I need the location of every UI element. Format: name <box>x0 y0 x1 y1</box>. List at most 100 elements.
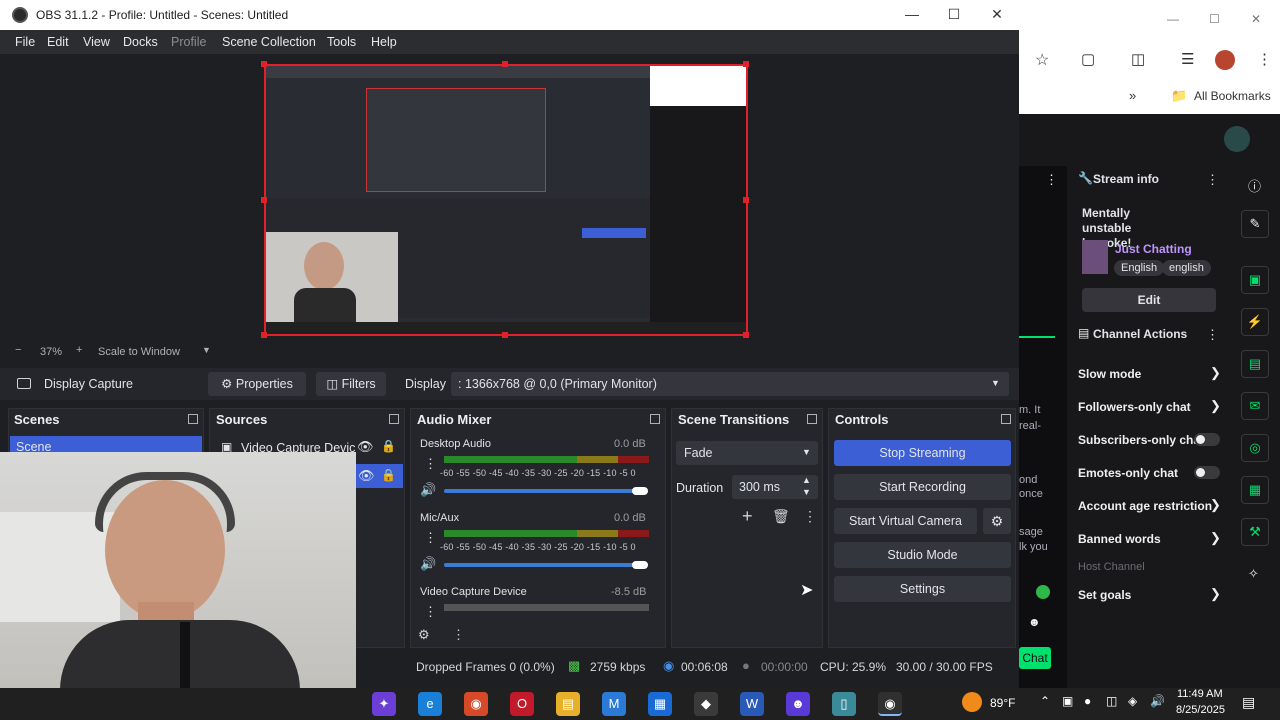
kebab-menu-icon[interactable]: ⋮ <box>1206 172 1219 188</box>
duration-input[interactable]: 300 ms ▲ ▼ <box>732 475 818 499</box>
copilot-icon[interactable]: ✦ <box>372 692 396 716</box>
action-subscribers-only[interactable]: Subscribers-only chat <box>1078 433 1204 447</box>
menu-tools[interactable]: Tools <box>327 35 356 49</box>
notifications-icon[interactable]: ▤ <box>1242 694 1255 711</box>
zoom-mode[interactable]: Scale to Window <box>98 346 180 358</box>
action-banned-words[interactable]: Banned words <box>1078 532 1161 546</box>
kebab-menu-icon[interactable]: ⋮ <box>452 627 465 643</box>
stop-streaming-button[interactable]: Stop Streaming <box>834 440 1011 466</box>
chevron-down-icon[interactable]: ▼ <box>991 378 1000 388</box>
apps-icon[interactable]: ✧ <box>1248 566 1259 582</box>
chevron-right-icon[interactable]: ❯ <box>1210 365 1221 381</box>
lock-icon[interactable]: 🔒 <box>381 439 396 453</box>
media-icon[interactable]: ☰ <box>1181 50 1194 68</box>
notes-icon[interactable]: ▤ <box>1241 350 1269 378</box>
start-recording-button[interactable]: Start Recording <box>834 474 1011 500</box>
close-icon[interactable]: ✕ <box>985 6 1009 23</box>
app-icon[interactable]: ▯ <box>832 692 856 716</box>
undock-icon[interactable] <box>807 414 817 424</box>
menu-docks[interactable]: Docks <box>123 35 158 49</box>
chevron-right-icon[interactable]: ❯ <box>1210 530 1221 546</box>
store-icon[interactable]: ▦ <box>648 692 672 716</box>
minimize-icon[interactable]: — <box>900 6 924 22</box>
kebab-menu-icon[interactable]: ⋮ <box>424 456 437 472</box>
transform-handle[interactable] <box>743 61 749 67</box>
volume-slider[interactable] <box>444 489 648 493</box>
action-followers-only[interactable]: Followers-only chat <box>1078 400 1191 414</box>
maximize-icon[interactable]: ☐ <box>942 6 966 23</box>
emote-icon[interactable]: ☻ <box>1028 615 1041 629</box>
chat-bubble-icon[interactable]: ✉ <box>1241 392 1269 420</box>
kebab-menu-icon[interactable]: ⋮ <box>1045 172 1058 188</box>
cast-icon[interactable]: ◫ <box>1131 50 1145 68</box>
source-item-selected[interactable]: 👁 🔒 <box>356 464 403 488</box>
start-virtual-camera-button[interactable]: Start Virtual Camera <box>834 508 977 534</box>
kebab-menu-icon[interactable]: ⋮ <box>424 530 437 546</box>
clock-time[interactable]: 11:49 AM <box>1177 688 1223 700</box>
lock-icon[interactable]: 🔒 <box>381 468 396 482</box>
zoom-in-icon[interactable]: + <box>76 344 82 356</box>
add-icon[interactable]: + <box>742 506 753 527</box>
menu-profile[interactable]: Profile <box>171 35 206 49</box>
settings-button[interactable]: Settings <box>834 576 1011 602</box>
usb-icon[interactable]: ◫ <box>1106 694 1117 708</box>
edge-icon[interactable]: e <box>418 692 442 716</box>
edit-button[interactable]: Edit <box>1082 288 1216 312</box>
profile-avatar[interactable] <box>1215 50 1235 70</box>
filters-button[interactable]: ◫ Filters <box>316 372 386 396</box>
pencil-icon[interactable]: ✎ <box>1241 210 1269 238</box>
transform-handle[interactable] <box>502 332 508 338</box>
volume-icon[interactable]: 🔊 <box>1150 694 1165 708</box>
star-icon[interactable]: ☆ <box>1035 50 1049 70</box>
obs-taskbar-icon[interactable]: ◉ <box>878 692 902 716</box>
weather-temp[interactable]: 89°F <box>990 696 1015 710</box>
undock-icon[interactable] <box>389 414 399 424</box>
menu-edit[interactable]: Edit <box>47 35 69 49</box>
volume-knob[interactable] <box>632 561 648 569</box>
menu-view[interactable]: View <box>83 35 110 49</box>
chevron-right-icon[interactable]: ❯ <box>1210 398 1221 414</box>
chevron-right-icon[interactable]: » <box>1129 88 1136 103</box>
transform-handle[interactable] <box>743 332 749 338</box>
action-emotes-only[interactable]: Emotes-only chat <box>1078 466 1178 480</box>
kebab-menu-icon[interactable]: ⋮ <box>803 508 817 525</box>
chevron-down-icon[interactable]: ▼ <box>202 345 211 355</box>
clip-icon[interactable]: ▣ <box>1241 266 1269 294</box>
volume-slider[interactable] <box>444 563 648 567</box>
undock-icon[interactable] <box>650 414 660 424</box>
info-icon[interactable]: ⓘ <box>1248 176 1261 195</box>
studio-mode-button[interactable]: Studio Mode <box>834 542 1011 568</box>
display-select[interactable]: : 1366x768 @ 0,0 (Primary Monitor) ▼ <box>451 372 1009 396</box>
transform-handle[interactable] <box>261 197 267 203</box>
tag[interactable]: English <box>1114 260 1165 276</box>
layout-icon[interactable]: ▦ <box>1241 476 1269 504</box>
undock-icon[interactable] <box>1001 414 1011 424</box>
weather-icon[interactable] <box>962 692 982 712</box>
channel-avatar[interactable] <box>1224 126 1250 152</box>
chrome-icon[interactable]: ◉ <box>464 692 488 716</box>
maximize-icon[interactable]: ☐ <box>1209 12 1220 26</box>
subscribers-only-toggle[interactable] <box>1194 433 1220 446</box>
action-slow-mode[interactable]: Slow mode <box>1078 367 1141 381</box>
transform-handle[interactable] <box>743 197 749 203</box>
clock-date[interactable]: 8/25/2025 <box>1176 704 1225 716</box>
opera-icon[interactable]: O <box>510 692 534 716</box>
kebab-menu-icon[interactable]: ⋮ <box>1257 50 1272 68</box>
speaker-icon[interactable]: 🔊 <box>420 482 436 498</box>
all-bookmarks[interactable]: All Bookmarks <box>1194 89 1271 103</box>
folder-icon[interactable]: ▤ <box>556 692 580 716</box>
trash-icon[interactable]: 🗑 <box>772 508 790 525</box>
microphone-icon[interactable]: ● <box>1084 694 1091 708</box>
eye-icon[interactable]: 👁 <box>358 468 375 484</box>
speaker-icon[interactable]: 🔊 <box>420 556 436 572</box>
category-link[interactable]: Just Chatting <box>1115 242 1192 256</box>
broadcast-icon[interactable]: ◎ <box>1241 434 1269 462</box>
wrench-icon[interactable]: ⚒ <box>1241 518 1269 546</box>
tray-chevron-icon[interactable]: ⌃ <box>1040 694 1050 708</box>
wifi-icon[interactable]: ◈ <box>1128 694 1137 708</box>
transform-handle[interactable] <box>261 61 267 67</box>
discord-icon[interactable]: ☻ <box>786 692 810 716</box>
transition-select[interactable]: Fade ▼ <box>676 441 818 465</box>
menu-scene-collection[interactable]: Scene Collection <box>222 35 316 49</box>
display-capture-preview[interactable] <box>264 64 748 336</box>
